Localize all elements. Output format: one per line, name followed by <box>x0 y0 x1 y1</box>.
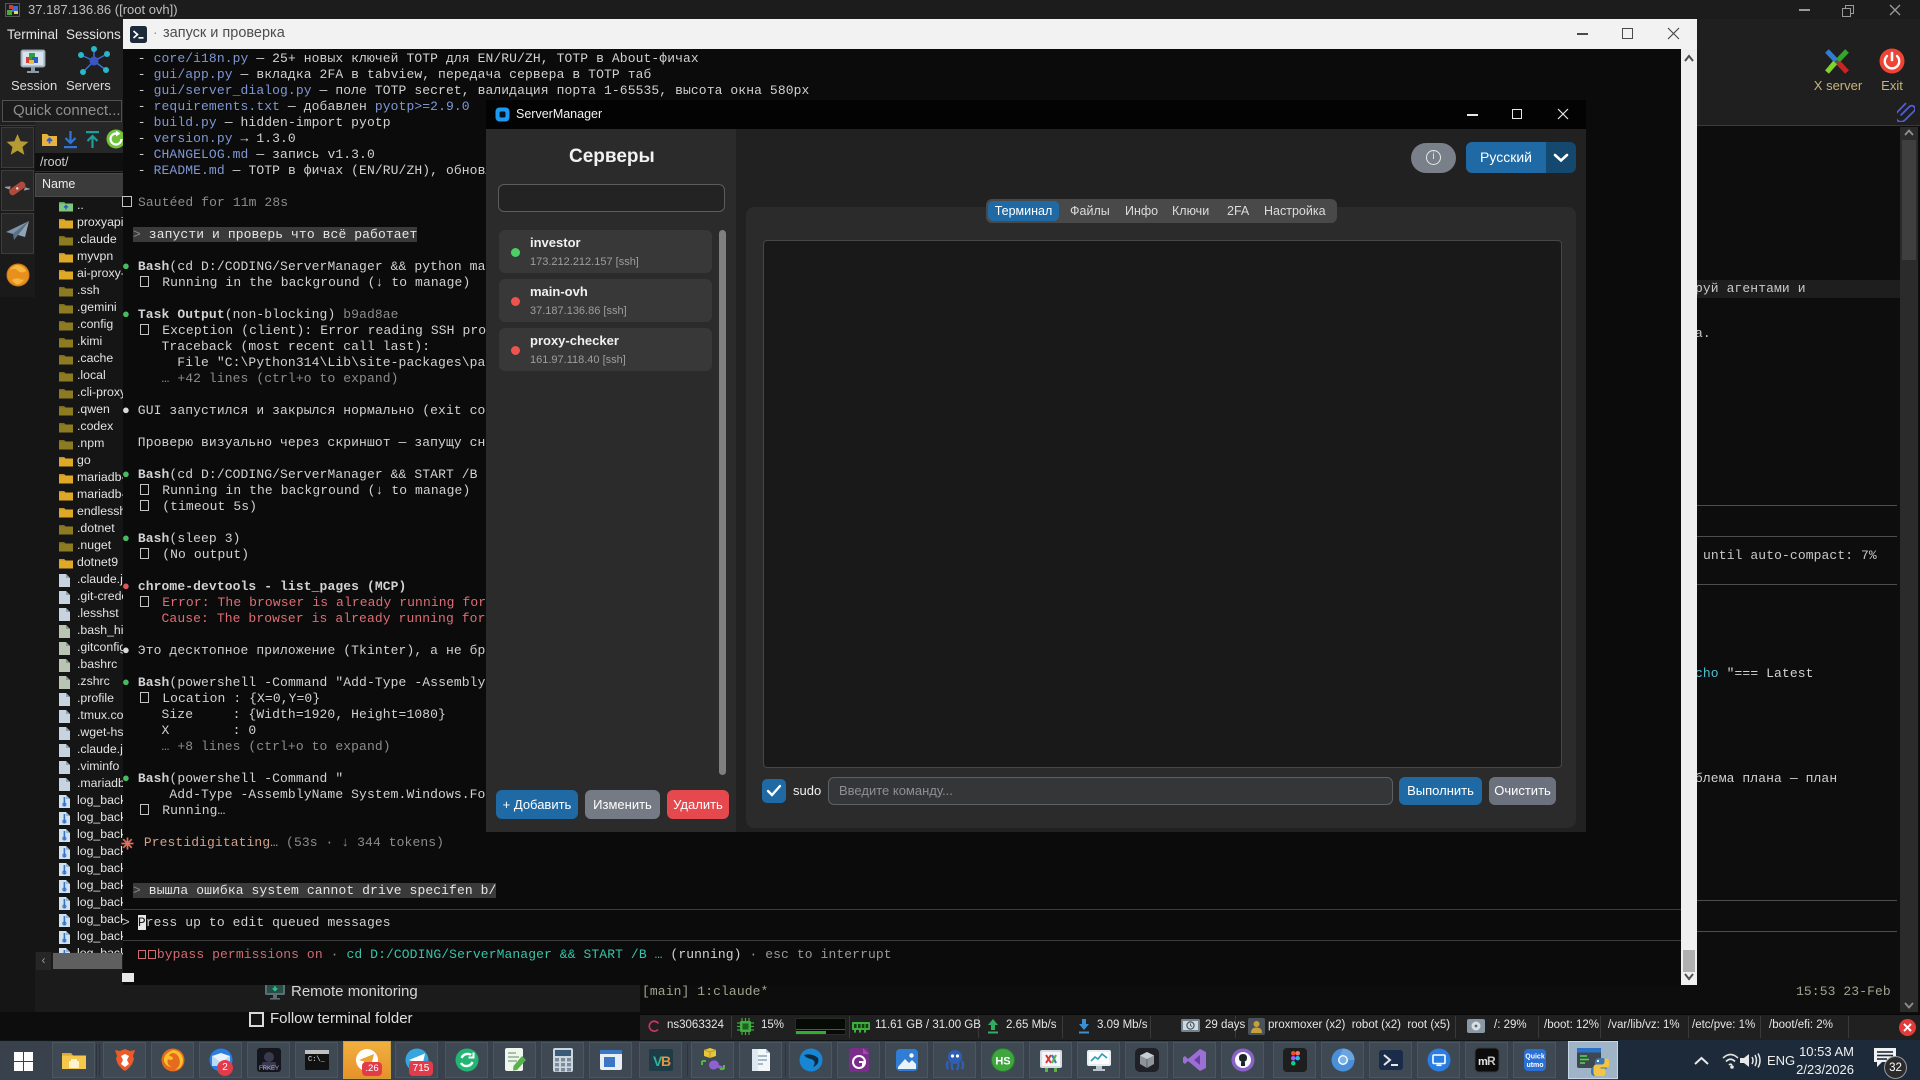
svg-text:Quick: Quick <box>1525 1054 1545 1061</box>
svg-text:R: R <box>1487 1054 1496 1068</box>
svg-text:C:\_: C:\_ <box>308 1056 326 1064</box>
svg-text:FRKEY: FRKEY <box>258 1066 278 1072</box>
svg-text:HS: HS <box>995 1056 1010 1068</box>
svg-text:utmo: utmo <box>1526 1062 1543 1069</box>
svg-text:B: B <box>661 1053 671 1069</box>
